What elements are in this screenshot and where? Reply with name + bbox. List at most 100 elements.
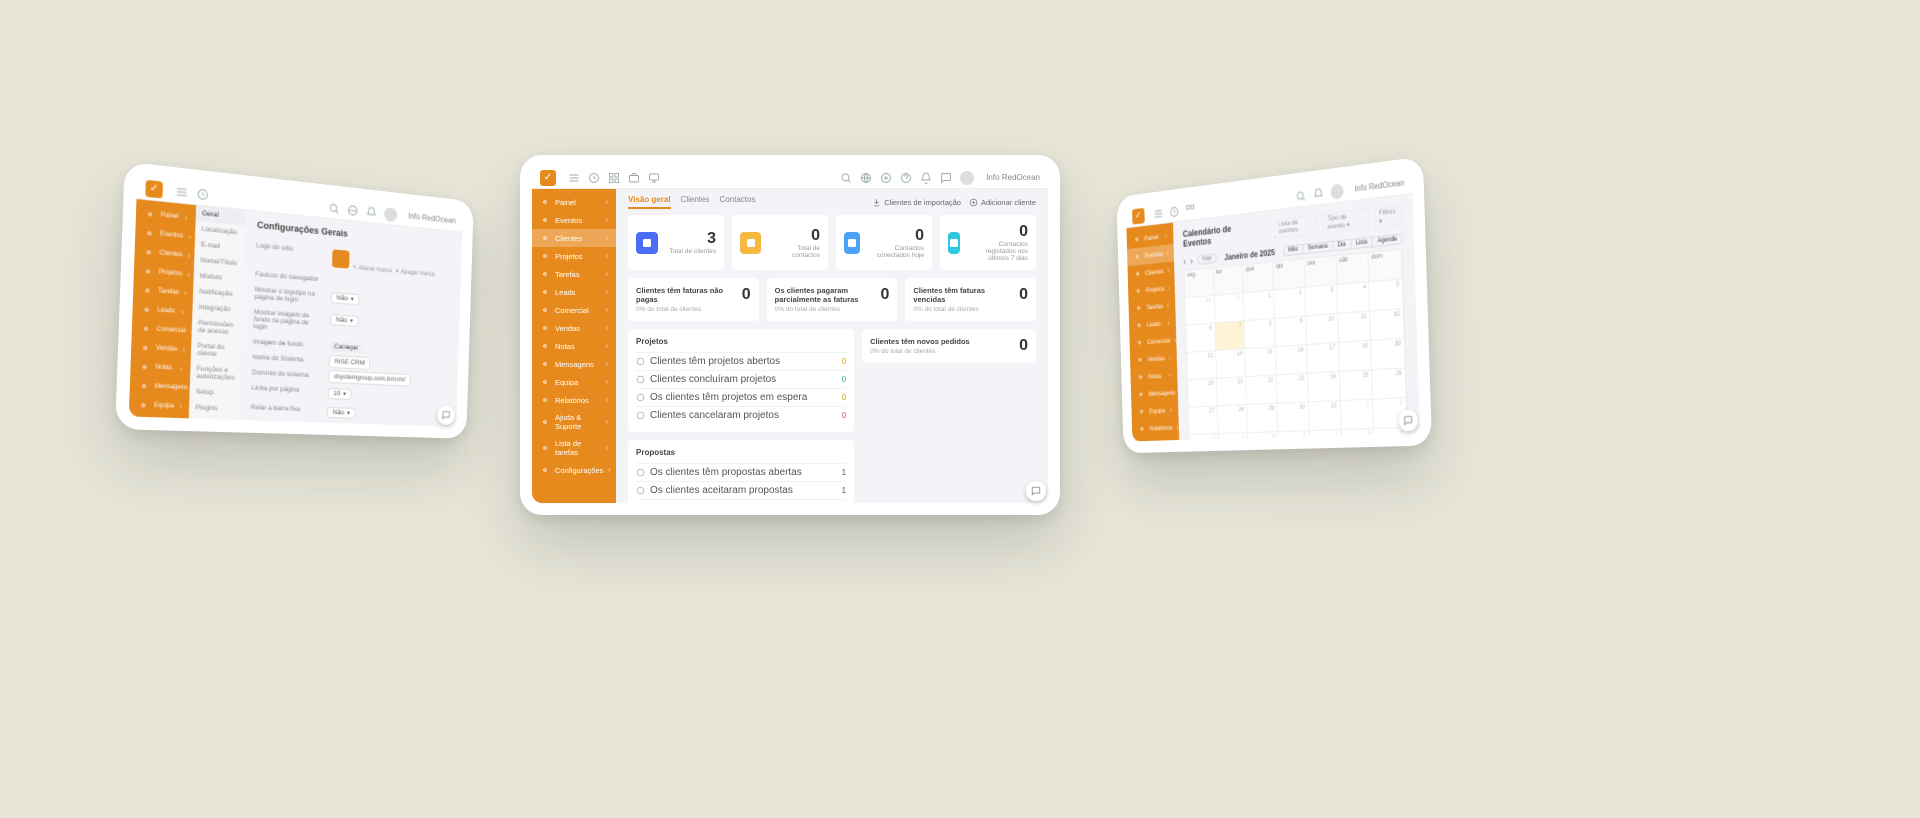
select[interactable]: Não ▾ — [326, 426, 355, 427]
cal-cell[interactable]: 12 — [1370, 309, 1404, 341]
cal-cell[interactable]: 16 — [1276, 345, 1308, 375]
sidebar-item-9[interactable]: Mensagens› — [532, 355, 616, 373]
cal-cell[interactable]: 30 — [1277, 402, 1309, 432]
cal-cell[interactable]: 19 — [1371, 339, 1405, 371]
select[interactable]: Não ▾ — [327, 407, 356, 419]
cal-cell[interactable]: 31 — [1214, 293, 1244, 323]
filter-events-list[interactable]: Lista de eventos — [1274, 214, 1318, 238]
clock-icon[interactable] — [1169, 205, 1179, 218]
bell-icon[interactable] — [366, 206, 377, 219]
settings-nav-11[interactable]: Plugins — [189, 400, 239, 417]
tab-2[interactable]: Contactos — [719, 195, 755, 209]
sidebar-item-4[interactable]: Tarefas› — [532, 265, 616, 283]
cal-cell[interactable]: 25 — [1340, 370, 1374, 401]
view-Mês[interactable]: Mês — [1284, 245, 1304, 255]
filter-event-type[interactable]: Tipo de evento ▾ — [1323, 208, 1369, 233]
sidebar-item-9[interactable]: Mensagens› — [1131, 384, 1178, 404]
fab-chat[interactable] — [1026, 481, 1046, 501]
bell-icon[interactable] — [920, 172, 932, 184]
search-icon[interactable] — [328, 201, 340, 214]
cal-cell[interactable]: 7 — [1215, 321, 1245, 351]
cal-cell[interactable]: 22 — [1246, 375, 1277, 405]
filter-more[interactable]: Filtros ▾ — [1374, 204, 1402, 227]
cal-cell[interactable]: 2 — [1274, 288, 1306, 319]
cal-cell[interactable]: 13 — [1187, 351, 1217, 380]
sidebar-item-11[interactable]: Relatórios› — [532, 391, 616, 409]
cal-cell[interactable]: 9 — [1275, 316, 1307, 347]
cal-cell[interactable]: 17 — [1307, 343, 1340, 374]
search-icon[interactable] — [840, 172, 852, 184]
bell-icon[interactable] — [1313, 187, 1324, 201]
avatar[interactable] — [960, 171, 974, 185]
menu-icon[interactable] — [1154, 207, 1164, 220]
briefcase-icon[interactable] — [628, 172, 640, 184]
cal-cell[interactable]: 6 — [1278, 431, 1310, 440]
cal-today[interactable]: hoje — [1197, 253, 1216, 265]
sidebar-item-12[interactable]: Ajuda & Suporte› — [532, 409, 616, 435]
cal-next[interactable]: › — [1190, 256, 1192, 265]
cal-prev[interactable]: ‹ — [1183, 257, 1185, 266]
sidebar-item-0[interactable]: Painel› — [532, 193, 616, 211]
avatar[interactable] — [1331, 183, 1344, 199]
sidebar-item-9[interactable]: Mensagens› — [130, 376, 191, 398]
cal-cell[interactable]: 18 — [1339, 341, 1373, 372]
cal-cell[interactable]: 14 — [1216, 349, 1246, 379]
avatar[interactable] — [384, 207, 397, 222]
view-Semana[interactable]: Semana — [1303, 242, 1333, 253]
sidebar-item-8[interactable]: Notas› — [130, 357, 191, 379]
cal-cell[interactable]: 23 — [1277, 374, 1309, 404]
chat-icon[interactable] — [940, 172, 952, 184]
clock-icon[interactable] — [588, 172, 600, 184]
cal-cell[interactable]: 5 — [1369, 279, 1403, 311]
select[interactable]: Não ▾ — [331, 292, 360, 305]
tab-1[interactable]: Clientes — [681, 195, 710, 209]
help-icon[interactable] — [900, 172, 912, 184]
sidebar-item-8[interactable]: Notas› — [532, 337, 616, 355]
view-Dia[interactable]: Dia — [1333, 240, 1351, 250]
cal-cell[interactable]: 4 — [1218, 433, 1248, 440]
cal-cell[interactable]: 21 — [1217, 377, 1247, 406]
cal-cell[interactable]: 3 — [1189, 434, 1219, 440]
menu-icon[interactable] — [175, 185, 188, 199]
tab-0[interactable]: Visão geral — [628, 195, 671, 209]
settings-nav-10[interactable]: Setup — [189, 384, 239, 402]
cal-cell[interactable]: 27 — [1189, 406, 1219, 435]
cal-cell[interactable]: 3 — [1305, 285, 1338, 316]
sidebar-item-10[interactable]: Equipa› — [129, 395, 190, 416]
cal-cell[interactable]: 1 — [1340, 400, 1374, 430]
cal-cell[interactable]: 30 — [1185, 296, 1215, 326]
cal-cell[interactable]: 7 — [1309, 430, 1342, 440]
view-Agenda[interactable]: Agenda — [1373, 235, 1402, 246]
sidebar-item-3[interactable]: Projetos› — [532, 247, 616, 265]
cal-cell[interactable]: 10 — [1306, 314, 1339, 345]
cal-cell[interactable]: 5 — [1248, 432, 1279, 440]
settings-nav-9[interactable]: Funções e autorizações — [190, 361, 240, 386]
grid-icon[interactable] — [608, 172, 620, 184]
cal-cell[interactable]: 29 — [1247, 404, 1278, 433]
cal-cell[interactable]: 11 — [1338, 311, 1371, 342]
cal-cell[interactable]: 20 — [1188, 379, 1218, 408]
sidebar-item-12[interactable]: Ajuda & Suporte› — [1132, 436, 1179, 441]
globe-icon[interactable] — [860, 172, 872, 184]
add-client-button[interactable]: Adicionar cliente — [969, 198, 1036, 207]
cal-cell[interactable]: 4 — [1337, 282, 1370, 314]
text-input[interactable]: RISE CRM — [329, 355, 371, 370]
cal-cell[interactable]: 8 — [1341, 429, 1375, 440]
view-Lista[interactable]: Lista — [1351, 238, 1373, 249]
cal-cell[interactable]: 1 — [1244, 291, 1275, 322]
upload-chip[interactable]: Carregar — [329, 342, 363, 353]
sidebar-item-13[interactable]: Lista de tarefas› — [532, 435, 616, 461]
sidebar-item-7[interactable]: Vendas› — [532, 319, 616, 337]
globe-icon[interactable] — [347, 203, 359, 216]
select[interactable]: Não ▾ — [330, 314, 359, 327]
clock-icon[interactable] — [196, 187, 209, 201]
cal-cell[interactable]: 28 — [1218, 405, 1248, 434]
select[interactable]: 10 ▾ — [328, 388, 352, 400]
sidebar-item-11[interactable]: Relatórios› — [1132, 419, 1179, 438]
sidebar-item-2[interactable]: Clientes› — [532, 229, 616, 247]
import-clients-button[interactable]: Clientes de importação — [872, 198, 961, 207]
cal-cell[interactable]: 15 — [1245, 347, 1276, 377]
sidebar-item-10[interactable]: Equipa› — [1131, 401, 1178, 420]
grid-icon[interactable] — [1185, 203, 1195, 216]
sidebar-item-1[interactable]: Eventos› — [532, 211, 616, 229]
